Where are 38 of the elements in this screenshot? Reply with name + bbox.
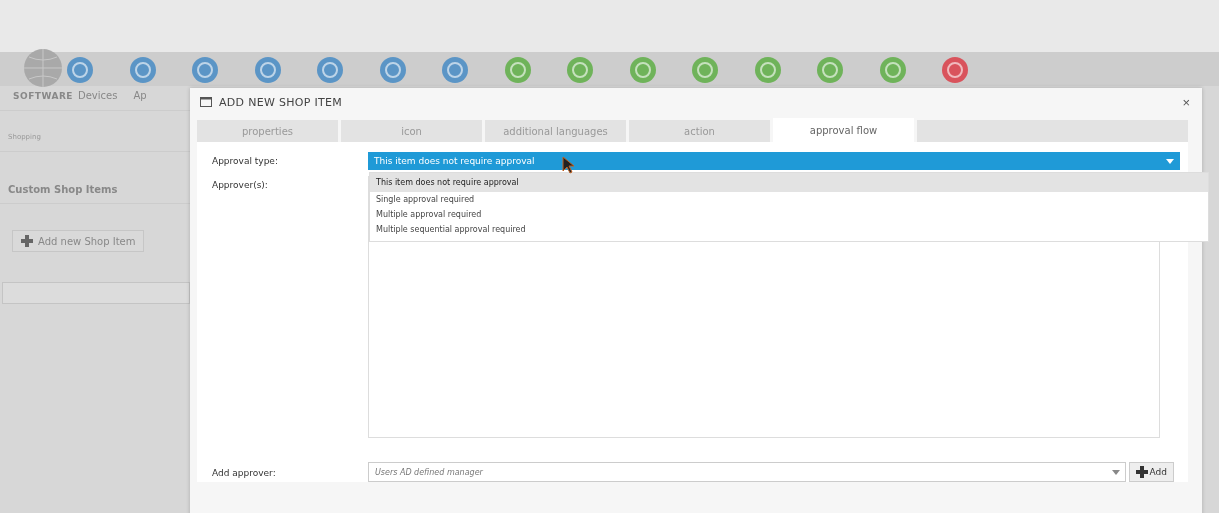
circle-icon[interactable] (753, 56, 782, 84)
circle-icon[interactable] (628, 56, 657, 84)
circle-icon[interactable] (503, 56, 532, 84)
circle-icon[interactable] (816, 56, 844, 84)
approval-type-dropdown[interactable]: This item does not require approval (368, 152, 1180, 170)
circle-icon[interactable] (191, 56, 219, 84)
close-button[interactable]: × (1180, 94, 1192, 110)
field-label: Approval type: (212, 155, 279, 168)
field-label: Add approver: (212, 467, 277, 480)
circle-icon[interactable] (878, 56, 907, 84)
circle-icon[interactable] (316, 56, 344, 84)
circle-icon[interactable] (941, 56, 969, 84)
dropdown-option[interactable]: Multiple sequential approval required (370, 222, 1208, 237)
nav-link[interactable]: Ap (133, 90, 147, 104)
window-icon (200, 97, 212, 107)
tab[interactable]: approval flow (773, 118, 914, 142)
circle-icon[interactable] (378, 56, 407, 84)
dropdown-option[interactable]: Multiple approval required (370, 207, 1208, 222)
plus-icon (21, 235, 33, 247)
nav-link[interactable]: Devices (78, 90, 118, 104)
circle-icon[interactable] (66, 56, 94, 84)
approver-combo-field[interactable]: Users AD defined manager (368, 462, 1126, 482)
dialog-title: ADD NEW SHOP ITEM (219, 95, 343, 109)
circle-icon[interactable] (253, 56, 282, 84)
logo-text: SOFTWARE (13, 91, 73, 101)
add-shop-item-button[interactable]: Add new Shop Item (12, 230, 145, 252)
dropdown-option[interactable]: This item does not require approval (370, 173, 1208, 192)
circle-icon[interactable] (691, 56, 719, 84)
caret-icon (1111, 470, 1120, 475)
circle-icon[interactable] (441, 56, 469, 84)
caret-icon (1166, 158, 1174, 164)
dropdown-option[interactable]: Single approval required (370, 192, 1208, 207)
add-button[interactable]: Add (1128, 462, 1174, 482)
circle-icon[interactable] (566, 56, 594, 84)
circle-icon[interactable] (128, 56, 157, 84)
plus-icon (1135, 466, 1148, 478)
field-label: Approver(s): (212, 179, 269, 192)
cursor-icon (562, 156, 574, 174)
